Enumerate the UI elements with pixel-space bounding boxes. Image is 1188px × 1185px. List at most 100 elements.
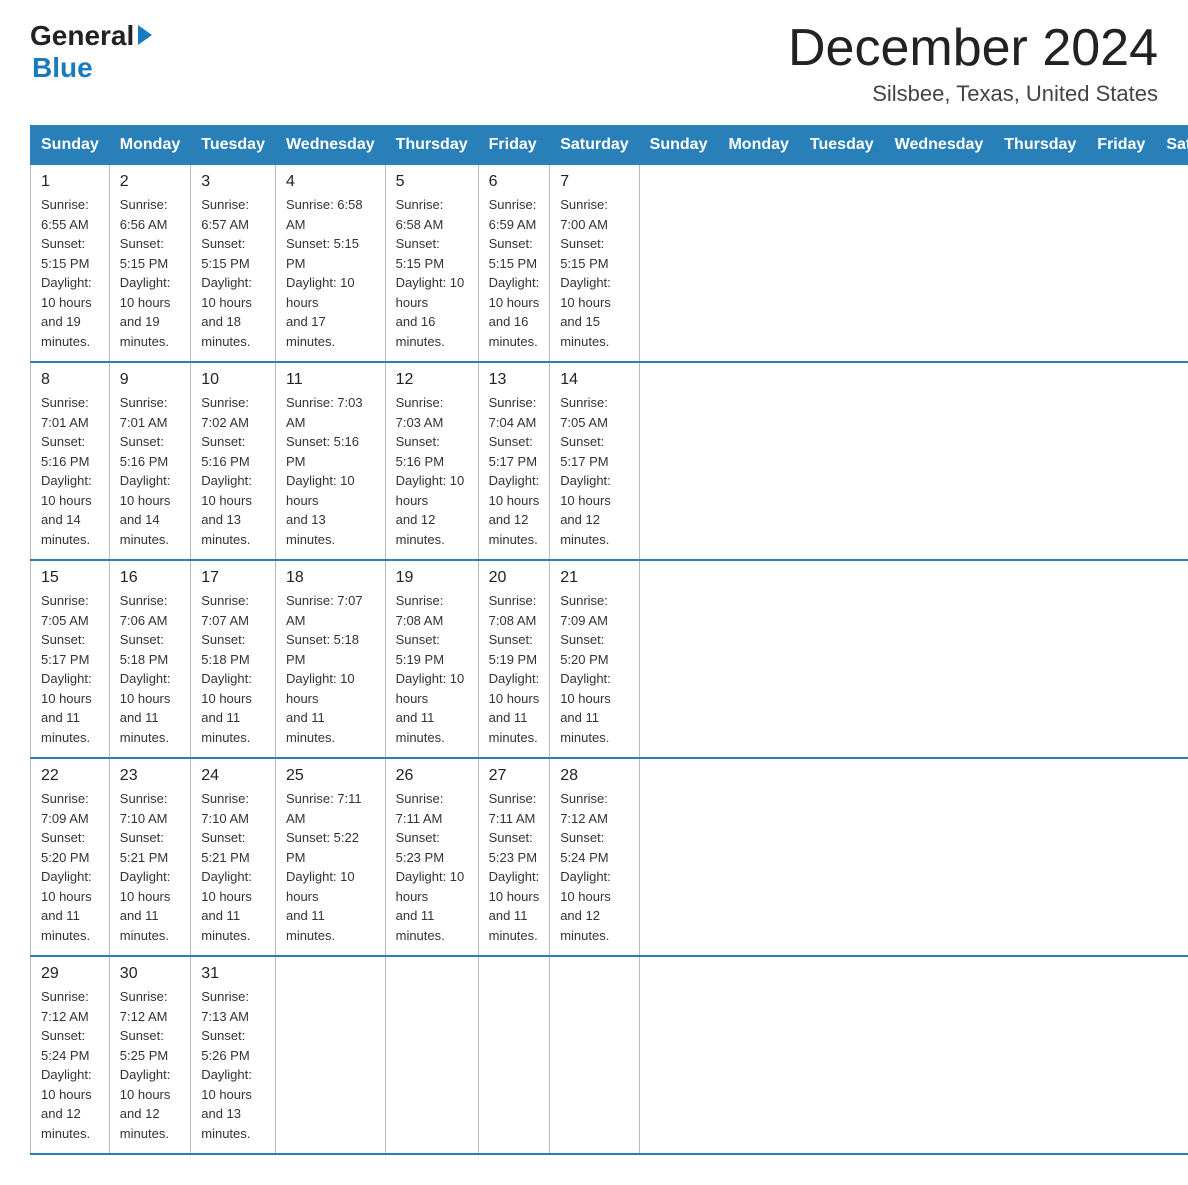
day-number: 10 xyxy=(201,371,265,389)
header-thursday: Thursday xyxy=(385,126,478,165)
day-info: Sunrise: 7:12 AM Sunset: 5:25 PM Dayligh… xyxy=(120,987,180,1143)
month-title: December 2024 xyxy=(788,20,1158,77)
calendar-week-4: 22 Sunrise: 7:09 AM Sunset: 5:20 PM Dayli… xyxy=(31,758,1188,956)
day-info: Sunrise: 6:58 AM Sunset: 5:15 PM Dayligh… xyxy=(396,195,468,351)
calendar-week-1: 1Sunrise: 6:55 AM Sunset: 5:15 PM Daylig… xyxy=(31,165,1188,363)
day-number: 15 xyxy=(41,569,99,587)
calendar-week-3: 15 Sunrise: 7:05 AM Sunset: 5:17 PM Dayli… xyxy=(31,560,1188,758)
calendar-cell: 12 Sunrise: 7:03 AM Sunset: 5:16 PM Dayli… xyxy=(385,362,478,560)
day-info: Sunrise: 6:59 AM Sunset: 5:15 PM Dayligh… xyxy=(489,195,540,351)
day-number: 27 xyxy=(489,767,540,785)
calendar-cell: 16 Sunrise: 7:06 AM Sunset: 5:18 PM Dayli… xyxy=(109,560,190,758)
calendar-cell xyxy=(275,956,385,1154)
calendar-cell: 8 Sunrise: 7:01 AM Sunset: 5:16 PM Daylig… xyxy=(31,362,110,560)
calendar-cell: 30 Sunrise: 7:12 AM Sunset: 5:25 PM Dayli… xyxy=(109,956,190,1154)
day-number: 14 xyxy=(560,371,628,389)
calendar-cell xyxy=(478,956,550,1154)
day-number: 25 xyxy=(286,767,375,785)
title-block: December 2024 Silsbee, Texas, United Sta… xyxy=(788,20,1158,107)
day-number: 4 xyxy=(286,173,375,191)
day-number: 29 xyxy=(41,965,99,983)
day-info: Sunrise: 7:05 AM Sunset: 5:17 PM Dayligh… xyxy=(560,393,628,549)
day-info: Sunrise: 6:58 AM Sunset: 5:15 PM Dayligh… xyxy=(286,195,375,351)
day-number: 12 xyxy=(396,371,468,389)
calendar-cell: 20Sunrise: 7:08 AM Sunset: 5:19 PM Dayli… xyxy=(478,560,550,758)
header-monday: Monday xyxy=(718,126,799,165)
calendar-cell: 29Sunrise: 7:12 AM Sunset: 5:24 PM Dayli… xyxy=(31,956,110,1154)
calendar-table: SundayMondayTuesdayWednesdayThursdayFrid… xyxy=(30,125,1188,1155)
header-wednesday: Wednesday xyxy=(275,126,385,165)
day-number: 31 xyxy=(201,965,265,983)
calendar-cell: 24Sunrise: 7:10 AM Sunset: 5:21 PM Dayli… xyxy=(191,758,276,956)
header-saturday: Saturday xyxy=(550,126,639,165)
calendar-week-5: 29Sunrise: 7:12 AM Sunset: 5:24 PM Dayli… xyxy=(31,956,1188,1154)
calendar-cell: 6 Sunrise: 6:59 AM Sunset: 5:15 PM Daylig… xyxy=(478,165,550,363)
calendar-cell: 27 Sunrise: 7:11 AM Sunset: 5:23 PM Dayli… xyxy=(478,758,550,956)
calendar-cell: 18Sunrise: 7:07 AM Sunset: 5:18 PM Dayli… xyxy=(275,560,385,758)
day-number: 9 xyxy=(120,371,180,389)
calendar-cell: 23 Sunrise: 7:10 AM Sunset: 5:21 PM Dayli… xyxy=(109,758,190,956)
day-info: Sunrise: 7:07 AM Sunset: 5:18 PM Dayligh… xyxy=(201,591,265,747)
calendar-cell: 7 Sunrise: 7:00 AM Sunset: 5:15 PM Daylig… xyxy=(550,165,639,363)
calendar-cell: 5Sunrise: 6:58 AM Sunset: 5:15 PM Daylig… xyxy=(385,165,478,363)
day-number: 30 xyxy=(120,965,180,983)
day-number: 20 xyxy=(489,569,540,587)
day-info: Sunrise: 7:11 AM Sunset: 5:23 PM Dayligh… xyxy=(489,789,540,945)
calendar-cell: 25Sunrise: 7:11 AM Sunset: 5:22 PM Dayli… xyxy=(275,758,385,956)
day-info: Sunrise: 7:03 AM Sunset: 5:16 PM Dayligh… xyxy=(286,393,375,549)
day-info: Sunrise: 7:10 AM Sunset: 5:21 PM Dayligh… xyxy=(120,789,180,945)
header-monday: Monday xyxy=(109,126,190,165)
day-number: 13 xyxy=(489,371,540,389)
day-number: 17 xyxy=(201,569,265,587)
day-info: Sunrise: 7:00 AM Sunset: 5:15 PM Dayligh… xyxy=(560,195,628,351)
calendar-cell: 2 Sunrise: 6:56 AM Sunset: 5:15 PM Daylig… xyxy=(109,165,190,363)
calendar-cell xyxy=(550,956,639,1154)
calendar-cell: 21 Sunrise: 7:09 AM Sunset: 5:20 PM Dayli… xyxy=(550,560,639,758)
calendar-cell: 17 Sunrise: 7:07 AM Sunset: 5:18 PM Dayli… xyxy=(191,560,276,758)
header-friday: Friday xyxy=(478,126,550,165)
day-number: 8 xyxy=(41,371,99,389)
day-info: Sunrise: 7:04 AM Sunset: 5:17 PM Dayligh… xyxy=(489,393,540,549)
day-info: Sunrise: 6:56 AM Sunset: 5:15 PM Dayligh… xyxy=(120,195,180,351)
day-number: 3 xyxy=(201,173,265,191)
header-wednesday: Wednesday xyxy=(884,126,994,165)
day-number: 16 xyxy=(120,569,180,587)
calendar-cell: 22 Sunrise: 7:09 AM Sunset: 5:20 PM Dayli… xyxy=(31,758,110,956)
calendar-week-2: 8 Sunrise: 7:01 AM Sunset: 5:16 PM Daylig… xyxy=(31,362,1188,560)
day-number: 24 xyxy=(201,767,265,785)
location-title: Silsbee, Texas, United States xyxy=(788,81,1158,107)
calendar-cell: 26 Sunrise: 7:11 AM Sunset: 5:23 PM Dayli… xyxy=(385,758,478,956)
day-info: Sunrise: 7:09 AM Sunset: 5:20 PM Dayligh… xyxy=(560,591,628,747)
day-info: Sunrise: 7:12 AM Sunset: 5:24 PM Dayligh… xyxy=(560,789,628,945)
day-number: 18 xyxy=(286,569,375,587)
day-number: 22 xyxy=(41,767,99,785)
header-sunday: Sunday xyxy=(639,126,718,165)
calendar-cell: 28Sunrise: 7:12 AM Sunset: 5:24 PM Dayli… xyxy=(550,758,639,956)
day-number: 7 xyxy=(560,173,628,191)
calendar-cell: 9Sunrise: 7:01 AM Sunset: 5:16 PM Daylig… xyxy=(109,362,190,560)
day-number: 23 xyxy=(120,767,180,785)
day-info: Sunrise: 7:02 AM Sunset: 5:16 PM Dayligh… xyxy=(201,393,265,549)
day-info: Sunrise: 7:09 AM Sunset: 5:20 PM Dayligh… xyxy=(41,789,99,945)
calendar-cell xyxy=(385,956,478,1154)
day-info: Sunrise: 7:05 AM Sunset: 5:17 PM Dayligh… xyxy=(41,591,99,747)
header-sunday: Sunday xyxy=(31,126,110,165)
logo-text: General xyxy=(30,20,152,52)
header-saturday: Saturday xyxy=(1156,126,1188,165)
day-number: 26 xyxy=(396,767,468,785)
day-info: Sunrise: 7:06 AM Sunset: 5:18 PM Dayligh… xyxy=(120,591,180,747)
day-info: Sunrise: 7:08 AM Sunset: 5:19 PM Dayligh… xyxy=(396,591,468,747)
calendar-cell: 15 Sunrise: 7:05 AM Sunset: 5:17 PM Dayli… xyxy=(31,560,110,758)
header-tuesday: Tuesday xyxy=(191,126,276,165)
day-number: 2 xyxy=(120,173,180,191)
day-info: Sunrise: 7:03 AM Sunset: 5:16 PM Dayligh… xyxy=(396,393,468,549)
day-number: 21 xyxy=(560,569,628,587)
day-info: Sunrise: 7:11 AM Sunset: 5:23 PM Dayligh… xyxy=(396,789,468,945)
day-info: Sunrise: 7:01 AM Sunset: 5:16 PM Dayligh… xyxy=(41,393,99,549)
day-number: 6 xyxy=(489,173,540,191)
header-friday: Friday xyxy=(1087,126,1156,165)
header-thursday: Thursday xyxy=(994,126,1087,165)
calendar-cell: 31Sunrise: 7:13 AM Sunset: 5:26 PM Dayli… xyxy=(191,956,276,1154)
day-number: 1 xyxy=(41,173,99,191)
day-info: Sunrise: 6:57 AM Sunset: 5:15 PM Dayligh… xyxy=(201,195,265,351)
